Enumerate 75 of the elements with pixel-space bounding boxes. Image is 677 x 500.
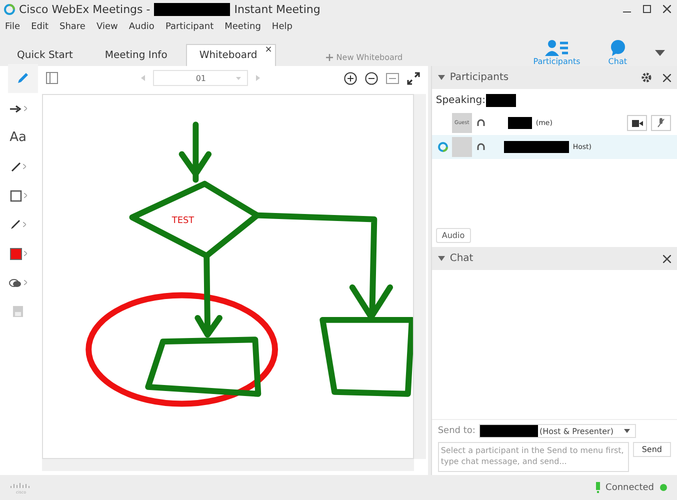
chevron-icon — [24, 193, 26, 198]
save-icon — [13, 306, 23, 317]
app-logo-icon — [4, 4, 15, 14]
layout-icon[interactable] — [46, 72, 58, 84]
audio-button[interactable]: Audio — [436, 228, 471, 243]
send-to-dropdown[interactable]: (Host & Presenter) — [479, 424, 636, 438]
menu-item[interactable]: File — [5, 22, 20, 32]
plus-icon — [326, 54, 334, 61]
maximize-icon[interactable] — [643, 5, 651, 13]
host-icon — [438, 142, 448, 152]
menu-item[interactable]: Edit — [31, 22, 48, 32]
line-icon — [10, 162, 20, 172]
close-icon[interactable] — [663, 5, 671, 13]
redaction-block — [508, 117, 532, 129]
menu-item[interactable]: Participant — [165, 22, 214, 32]
fit-width-icon[interactable] — [386, 72, 399, 84]
avatar-placeholder — [452, 137, 472, 157]
signal-icon — [596, 482, 600, 493]
horizontal-scrollbar[interactable] — [42, 459, 414, 471]
dropdown-icon[interactable] — [655, 50, 665, 56]
zoom-in-icon[interactable] — [344, 72, 357, 84]
whiteboard-text: TEST — [172, 216, 194, 226]
muted-microphone-icon — [657, 118, 665, 128]
pen-icon — [16, 71, 30, 85]
headset-icon — [476, 142, 486, 152]
tab[interactable]: Whiteboard × — [186, 44, 276, 66]
tab-close-button[interactable]: × — [264, 45, 272, 55]
speech-bubble-icon — [610, 40, 626, 56]
video-button[interactable] — [627, 115, 647, 131]
caret-icon — [624, 429, 630, 433]
send-button[interactable]: Send — [632, 442, 671, 457]
redaction-block — [504, 141, 569, 153]
collapse-icon[interactable] — [438, 75, 445, 80]
chat-input-field[interactable]: Select a participant in the Send to menu first, type chat message, and send... — [438, 442, 629, 472]
close-icon[interactable] — [663, 74, 671, 82]
menu-item[interactable]: Audio — [128, 22, 154, 32]
text-tool[interactable]: Aa — [3, 123, 33, 152]
square-icon — [10, 190, 22, 202]
chevron-icon — [22, 164, 26, 169]
vertical-scrollbar[interactable] — [414, 94, 426, 459]
tab[interactable]: Meeting Info — [92, 44, 186, 66]
menu-item[interactable]: Share — [60, 22, 86, 32]
window-title: Cisco WebEx Meetings - — [19, 2, 150, 16]
redaction-block — [480, 425, 538, 437]
send-to-label: Send to: — [438, 426, 476, 436]
speaking-label: Speaking: — [436, 94, 486, 106]
chevron-icon — [24, 106, 26, 111]
connection-status: Connected — [606, 482, 654, 492]
chevron-icon — [23, 222, 26, 227]
window-title: Instant Meeting — [234, 2, 320, 16]
zoom-out-icon[interactable] — [364, 72, 378, 84]
tab[interactable]: Quick Start — [4, 44, 92, 66]
people-icon — [544, 40, 569, 56]
menu-item[interactable]: View — [96, 22, 118, 32]
status-dot — [660, 484, 667, 491]
headset-icon — [476, 118, 486, 128]
page-selector[interactable]: 01 — [153, 70, 248, 86]
collapse-icon[interactable] — [438, 256, 445, 261]
video-camera-icon — [632, 120, 642, 126]
panel-title: Participants — [450, 72, 509, 83]
chevron-icon — [24, 280, 27, 285]
color-swatch-icon — [10, 248, 22, 260]
caret-icon — [236, 76, 242, 80]
eraser-icon — [9, 278, 22, 288]
settings-icon[interactable] — [641, 72, 652, 83]
chevron-icon — [24, 251, 26, 256]
redaction-block — [486, 94, 516, 106]
menu-item[interactable]: Help — [272, 22, 292, 32]
menu-item[interactable]: Meeting — [224, 22, 261, 32]
arrow-icon — [10, 104, 22, 112]
mute-button[interactable] — [651, 115, 671, 131]
panel-title: Chat — [450, 253, 474, 264]
marker-icon — [10, 219, 21, 230]
full-screen-icon[interactable] — [406, 72, 420, 84]
close-icon[interactable] — [663, 254, 671, 262]
